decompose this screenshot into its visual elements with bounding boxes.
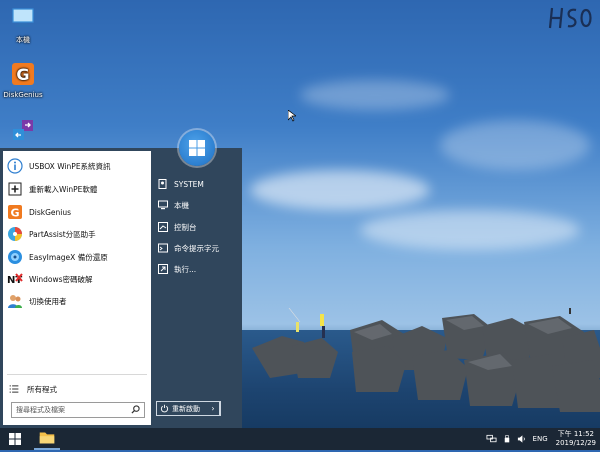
users-icon — [8, 295, 22, 308]
diskgenius-icon: G — [8, 205, 22, 220]
start-right-control-panel[interactable]: 控制台 — [158, 220, 197, 234]
info-icon — [7, 158, 23, 174]
windows-logo-icon — [189, 140, 205, 156]
windows-start-icon — [9, 433, 21, 445]
run-icon — [158, 264, 168, 274]
cloud — [250, 170, 430, 210]
start-right-label: 命令提示字元 — [174, 243, 219, 253]
desktop-icon-transfer[interactable] — [0, 118, 46, 147]
monitor-icon — [158, 200, 168, 210]
brand-logo — [548, 7, 592, 29]
desktop-icon-diskgenius[interactable]: G DiskGenius — [0, 62, 46, 99]
start-item-label: PartAssist分區助手 — [29, 229, 96, 239]
start-item-switch-user[interactable]: 切換使用者 — [7, 292, 67, 310]
start-right-label: 控制台 — [174, 222, 197, 232]
mouse-cursor-icon — [288, 110, 296, 122]
svg-text:G: G — [10, 207, 19, 220]
ntpwd-icon: NT — [7, 273, 23, 286]
windows-logo-orb — [179, 130, 215, 166]
restart-label: 重新啟動 — [172, 404, 200, 413]
start-item-label: EasyImageX 備份還原 — [29, 252, 108, 262]
folder-icon — [39, 432, 55, 444]
search-icon[interactable] — [131, 405, 140, 414]
start-item-diskgenius[interactable]: G DiskGenius — [7, 203, 71, 221]
start-button[interactable] — [0, 428, 30, 450]
start-item-label: USBOX WinPE系統資訊 — [29, 161, 111, 171]
start-right-system[interactable]: SYSTEM — [158, 177, 204, 191]
start-right-cmd[interactable]: 命令提示字元 — [158, 241, 219, 255]
taskbar-clock[interactable]: 下午 11:52 2019/12/29 — [556, 430, 596, 448]
start-right-label: 執行... — [174, 264, 197, 274]
start-item-label: 切換使用者 — [29, 296, 67, 306]
control-panel-icon — [158, 222, 168, 232]
list-icon — [9, 385, 19, 393]
language-indicator[interactable]: ENG — [533, 435, 548, 443]
network-icon[interactable] — [486, 434, 497, 444]
start-item-label: Windows密碼破解 — [29, 274, 93, 284]
power-icon — [160, 404, 169, 413]
breakwater-rocks — [252, 308, 600, 412]
desktop-icon-label: 本機 — [16, 36, 30, 44]
volume-icon[interactable] — [517, 434, 526, 444]
search-placeholder: 搜尋程式及檔案 — [16, 406, 65, 414]
start-item-system-info[interactable]: USBOX WinPE系統資訊 — [7, 157, 111, 175]
clock-date: 2019/12/29 — [555, 439, 596, 447]
user-doc-icon — [158, 179, 167, 189]
start-item-label: DiskGenius — [29, 207, 72, 217]
start-right-label: SYSTEM — [174, 179, 204, 189]
clock-time: 下午 11:52 — [557, 430, 595, 438]
shutdown-options-button[interactable]: › — [206, 401, 221, 416]
start-menu: USBOX WinPE系統資訊 重新載入WinPE軟體 G DiskGenius — [0, 148, 242, 428]
cloud — [300, 80, 450, 110]
start-menu-divider — [7, 374, 147, 375]
desktop-icon-this-pc[interactable]: 本機 — [0, 6, 46, 45]
start-search-input[interactable]: 搜尋程式及檔案 — [11, 402, 145, 418]
start-item-label: 重新載入WinPE軟體 — [29, 184, 98, 194]
usb-icon[interactable] — [504, 434, 510, 444]
taskbar: ENG 下午 11:52 2019/12/29 — [0, 428, 600, 450]
start-right-this-pc[interactable]: 本機 — [158, 198, 189, 212]
start-right-label: 本機 — [174, 200, 189, 210]
transfer-icon — [13, 120, 33, 140]
system-tray: ENG 下午 11:52 2019/12/29 — [479, 428, 596, 450]
easyimagex-icon — [8, 250, 22, 264]
start-right-run[interactable]: 執行... — [158, 262, 196, 276]
desktop-icon-label: DiskGenius — [3, 91, 43, 99]
taskbar-file-explorer[interactable] — [34, 428, 60, 450]
all-programs-label: 所有程式 — [27, 384, 57, 394]
start-item-easyimagex[interactable]: EasyImageX 備份還原 — [7, 248, 108, 266]
start-menu-programs-pane: USBOX WinPE系統資訊 重新載入WinPE軟體 G DiskGenius — [3, 151, 151, 425]
cloud — [360, 210, 580, 250]
diskgenius-icon: G — [12, 63, 34, 85]
svg-text:G: G — [16, 65, 29, 84]
cloud — [440, 120, 590, 170]
partassist-icon — [8, 227, 22, 241]
start-item-ntpwd[interactable]: NT Windows密碼破解 — [7, 270, 92, 288]
plus-icon — [8, 182, 22, 196]
computer-icon — [12, 8, 34, 27]
all-programs-button[interactable]: 所有程式 — [7, 380, 57, 398]
start-item-reload-winpe[interactable]: 重新載入WinPE軟體 — [7, 180, 97, 198]
start-item-partassist[interactable]: PartAssist分區助手 — [7, 225, 96, 243]
cmd-icon — [158, 243, 168, 253]
